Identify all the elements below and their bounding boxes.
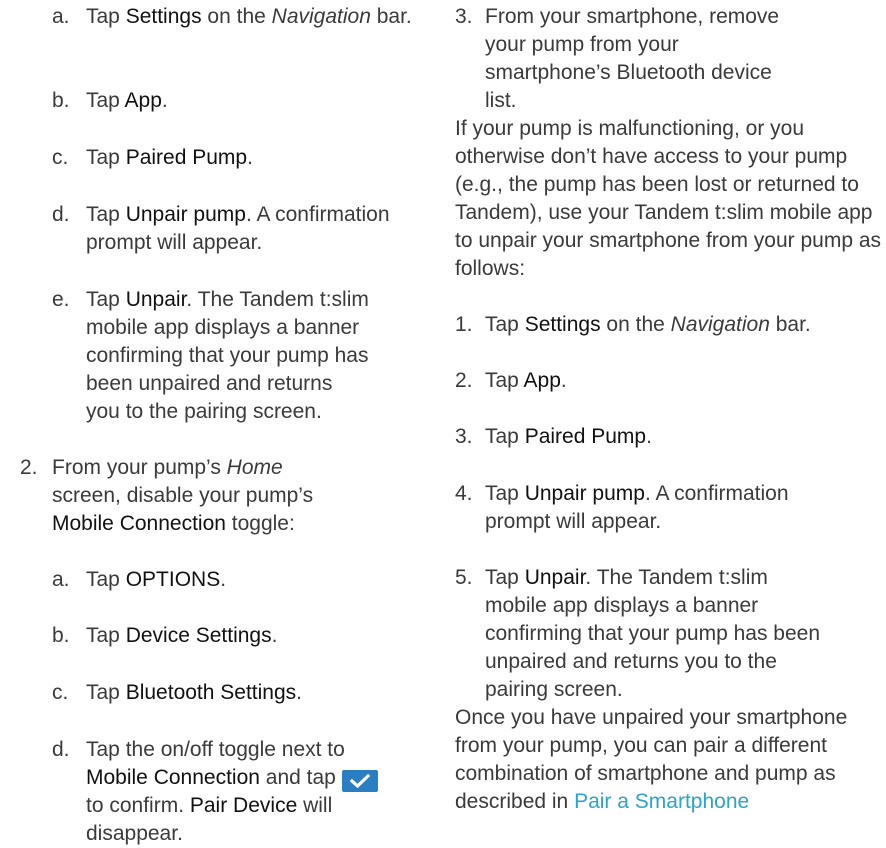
list-marker: b. xyxy=(52,89,70,112)
unpair-pump-label: Unpair pump xyxy=(125,203,246,226)
list-item-text: Tap Unpair. The Tandem t:slim mobile app… xyxy=(86,288,369,423)
list-marker: 3. xyxy=(455,425,473,448)
list-marker: c. xyxy=(52,681,69,704)
list-marker: 5. xyxy=(455,566,473,589)
paired-pump-label: Paired Pump xyxy=(524,425,647,448)
list-item-text: Tap Paired Pump. xyxy=(86,146,253,169)
pair-smartphone-link[interactable]: Pair a Smartphone xyxy=(574,790,749,813)
list-item-c-paired-pump: c. Tap Paired Pump. xyxy=(52,144,412,172)
list-item-text: Tap OPTIONS. xyxy=(86,568,227,591)
list-item-text: Tap App. xyxy=(86,89,168,112)
list-marker: 4. xyxy=(455,482,473,505)
list-marker: b. xyxy=(52,624,70,647)
list-marker: a. xyxy=(52,568,70,591)
paragraph-malfunction: If your pump is malfunctioning, or you o… xyxy=(455,117,882,280)
navigation-label: Navigation xyxy=(670,313,770,336)
list-item-1-settings: 1. Tap Settings on the Navigation bar. xyxy=(455,311,886,339)
list-marker: d. xyxy=(52,738,70,761)
list-marker: e. xyxy=(52,288,70,311)
bluetooth-settings-label: Bluetooth Settings xyxy=(125,681,297,704)
list-item-text: Tap Settings on the Navigation bar. xyxy=(86,5,412,28)
list-item-b-app: b. Tap App. xyxy=(52,87,412,115)
list-item-text: Tap App. xyxy=(485,369,567,392)
list-item-text: Tap Unpair pump. A confirmation prompt w… xyxy=(485,482,789,533)
unpair-label: Unpair xyxy=(524,566,586,589)
list-item-text: Tap Device Settings. xyxy=(86,624,278,647)
settings-label: Settings xyxy=(125,5,202,28)
list-item-e-unpair: e. Tap Unpair. The Tandem t:slim mobile … xyxy=(52,286,372,426)
paired-pump-label: Paired Pump xyxy=(125,146,248,169)
list-item-d-unpair-pump: d. Tap Unpair pump. A confirmation promp… xyxy=(52,201,392,257)
list-item-text: Tap Unpair. The Tandem t:slim mobile app… xyxy=(485,566,821,701)
list-item-text: From your smartphone, remove your pump f… xyxy=(485,5,780,112)
paragraph-once-unpaired: Once you have unpaired your smartphone f… xyxy=(455,706,848,813)
list-marker: 2. xyxy=(20,456,38,479)
list-item-text: Tap Paired Pump. xyxy=(485,425,652,448)
list-item-a-options: a. Tap OPTIONS. xyxy=(52,566,412,594)
app-label: App xyxy=(523,369,561,392)
unpair-label: Unpair xyxy=(125,288,187,311)
list-item-text: Tap the on/off toggle next to Mobile Con… xyxy=(86,736,402,848)
list-item-text: From your pump’s Home screen, disable yo… xyxy=(52,456,314,535)
navigation-label: Navigation xyxy=(271,5,371,28)
pair-device-label: Pair Device xyxy=(189,794,298,817)
settings-label: Settings xyxy=(524,313,601,336)
mobile-connection-label: Mobile Connection xyxy=(86,766,260,789)
list-item-text: Tap Unpair pump. A confirmation prompt w… xyxy=(86,203,390,254)
list-marker: 3. xyxy=(455,5,473,28)
list-item-a-settings: a. Tap Settings on the Navigation bar. xyxy=(52,3,412,31)
list-item-2-app: 2. Tap App. xyxy=(455,367,855,395)
options-label: OPTIONS xyxy=(125,568,221,591)
list-item-3-paired-pump: 3. Tap Paired Pump. xyxy=(455,423,855,451)
list-marker: d. xyxy=(52,203,70,226)
device-settings-label: Device Settings xyxy=(125,624,272,647)
mobile-connection-label: Mobile Connection xyxy=(52,512,226,535)
list-item-b-device-settings: b. Tap Device Settings. xyxy=(52,622,412,650)
list-item-c-bluetooth-settings: c. Tap Bluetooth Settings. xyxy=(52,679,412,707)
list-marker: 2. xyxy=(455,369,473,392)
list-item-4-unpair-pump: 4. Tap Unpair pump. A confirmation promp… xyxy=(455,480,855,536)
app-label: App xyxy=(124,89,162,112)
checkmark-icon xyxy=(341,770,378,792)
step-2: 2. From your pump’s Home screen, disable… xyxy=(20,454,350,538)
manual-page: a. Tap Settings on the Navigation bar. b… xyxy=(0,0,886,845)
list-marker: 1. xyxy=(455,313,473,336)
step-3: 3. From your smartphone, remove your pum… xyxy=(455,3,795,115)
list-marker: c. xyxy=(52,146,69,169)
list-marker: a. xyxy=(52,5,70,28)
list-item-text: Tap Settings on the Navigation bar. xyxy=(485,313,811,336)
home-label: Home xyxy=(226,456,283,479)
list-item-text: Tap Bluetooth Settings. xyxy=(86,681,302,704)
list-item-d-toggle: d. Tap the on/off toggle next to Mobile … xyxy=(52,736,402,848)
unpair-pump-label: Unpair pump xyxy=(524,482,645,505)
list-item-5-unpair: 5. Tap Unpair. The Tandem t:slim mobile … xyxy=(455,564,835,704)
